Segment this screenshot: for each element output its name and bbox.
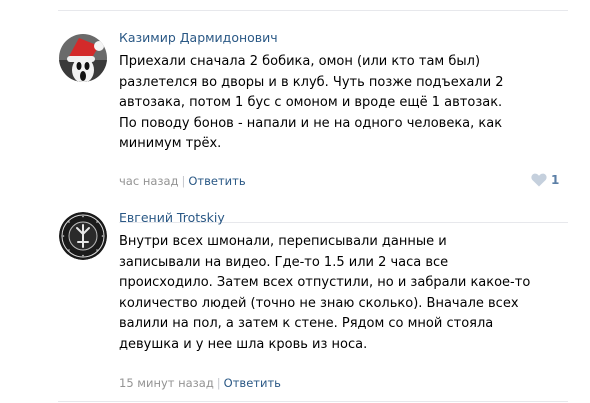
heart-icon <box>531 173 547 187</box>
meta-separator: | <box>181 174 186 188</box>
meta-separator: | <box>216 376 221 390</box>
reply-button[interactable]: Ответить <box>224 376 281 390</box>
comment-meta: час назад | Ответить <box>119 174 246 188</box>
author-name[interactable]: Евгений Trotskiy <box>119 210 225 225</box>
comment: Казимир Дармидонович Приехали сначала 2 … <box>0 24 590 223</box>
comment-time[interactable]: 15 минут назад <box>119 376 214 390</box>
avatar[interactable] <box>59 212 107 260</box>
comment-meta: 15 минут назад | Ответить <box>119 376 281 390</box>
reply-button[interactable]: Ответить <box>188 174 245 188</box>
author-name[interactable]: Казимир Дармидонович <box>119 30 278 45</box>
comment-text: Внутри всех шмонали, переписывали данные… <box>119 234 531 352</box>
comment: Евгений Trotskiy Внутри всех шмонали, пе… <box>0 206 590 401</box>
avatar-image <box>59 212 107 260</box>
like-button[interactable]: 1 <box>531 173 559 187</box>
avatar[interactable] <box>59 34 107 82</box>
comment-text: Приехали сначала 2 бобика, омон (или кто… <box>119 54 504 151</box>
bottom-divider <box>58 401 568 402</box>
top-divider <box>58 10 568 11</box>
avatar-image <box>59 34 107 82</box>
like-count: 1 <box>551 173 560 187</box>
comment-time[interactable]: час назад <box>119 174 179 188</box>
